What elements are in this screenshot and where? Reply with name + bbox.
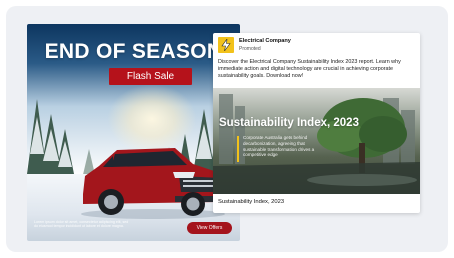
- post-hero-image[interactable]: Sustainability Index, 2023 Corporate Aus…: [213, 88, 420, 194]
- hero-description: Corporate Australia gets behind decarbon…: [243, 135, 315, 158]
- lightning-bolt-icon: [221, 39, 231, 51]
- view-offers-button[interactable]: View Offers: [187, 222, 232, 234]
- company-logo[interactable]: [218, 37, 234, 53]
- red-suv-image: [81, 148, 225, 219]
- post-body: Discover the Electrical Company Sustaina…: [218, 59, 401, 80]
- company-name[interactable]: Electrical Company: [239, 38, 291, 44]
- ad-disclaimer: Lorem ipsum dolor sit amet, consectetur …: [34, 220, 129, 229]
- promoted-label: Promoted: [239, 46, 261, 52]
- flash-sale-badge: Flash Sale: [109, 68, 192, 85]
- accent-bar: [237, 136, 239, 162]
- hero-title: Sustainability Index, 2023: [219, 117, 359, 129]
- post-caption[interactable]: Sustainability Index, 2023: [218, 199, 284, 205]
- ad-headline: END OF SEASON: [44, 40, 223, 63]
- promoted-post-card[interactable]: Electrical Company Promoted Discover the…: [213, 33, 420, 213]
- car-ad-creative[interactable]: END OF SEASON Flash Sale Lorem ipsum dol…: [27, 24, 240, 241]
